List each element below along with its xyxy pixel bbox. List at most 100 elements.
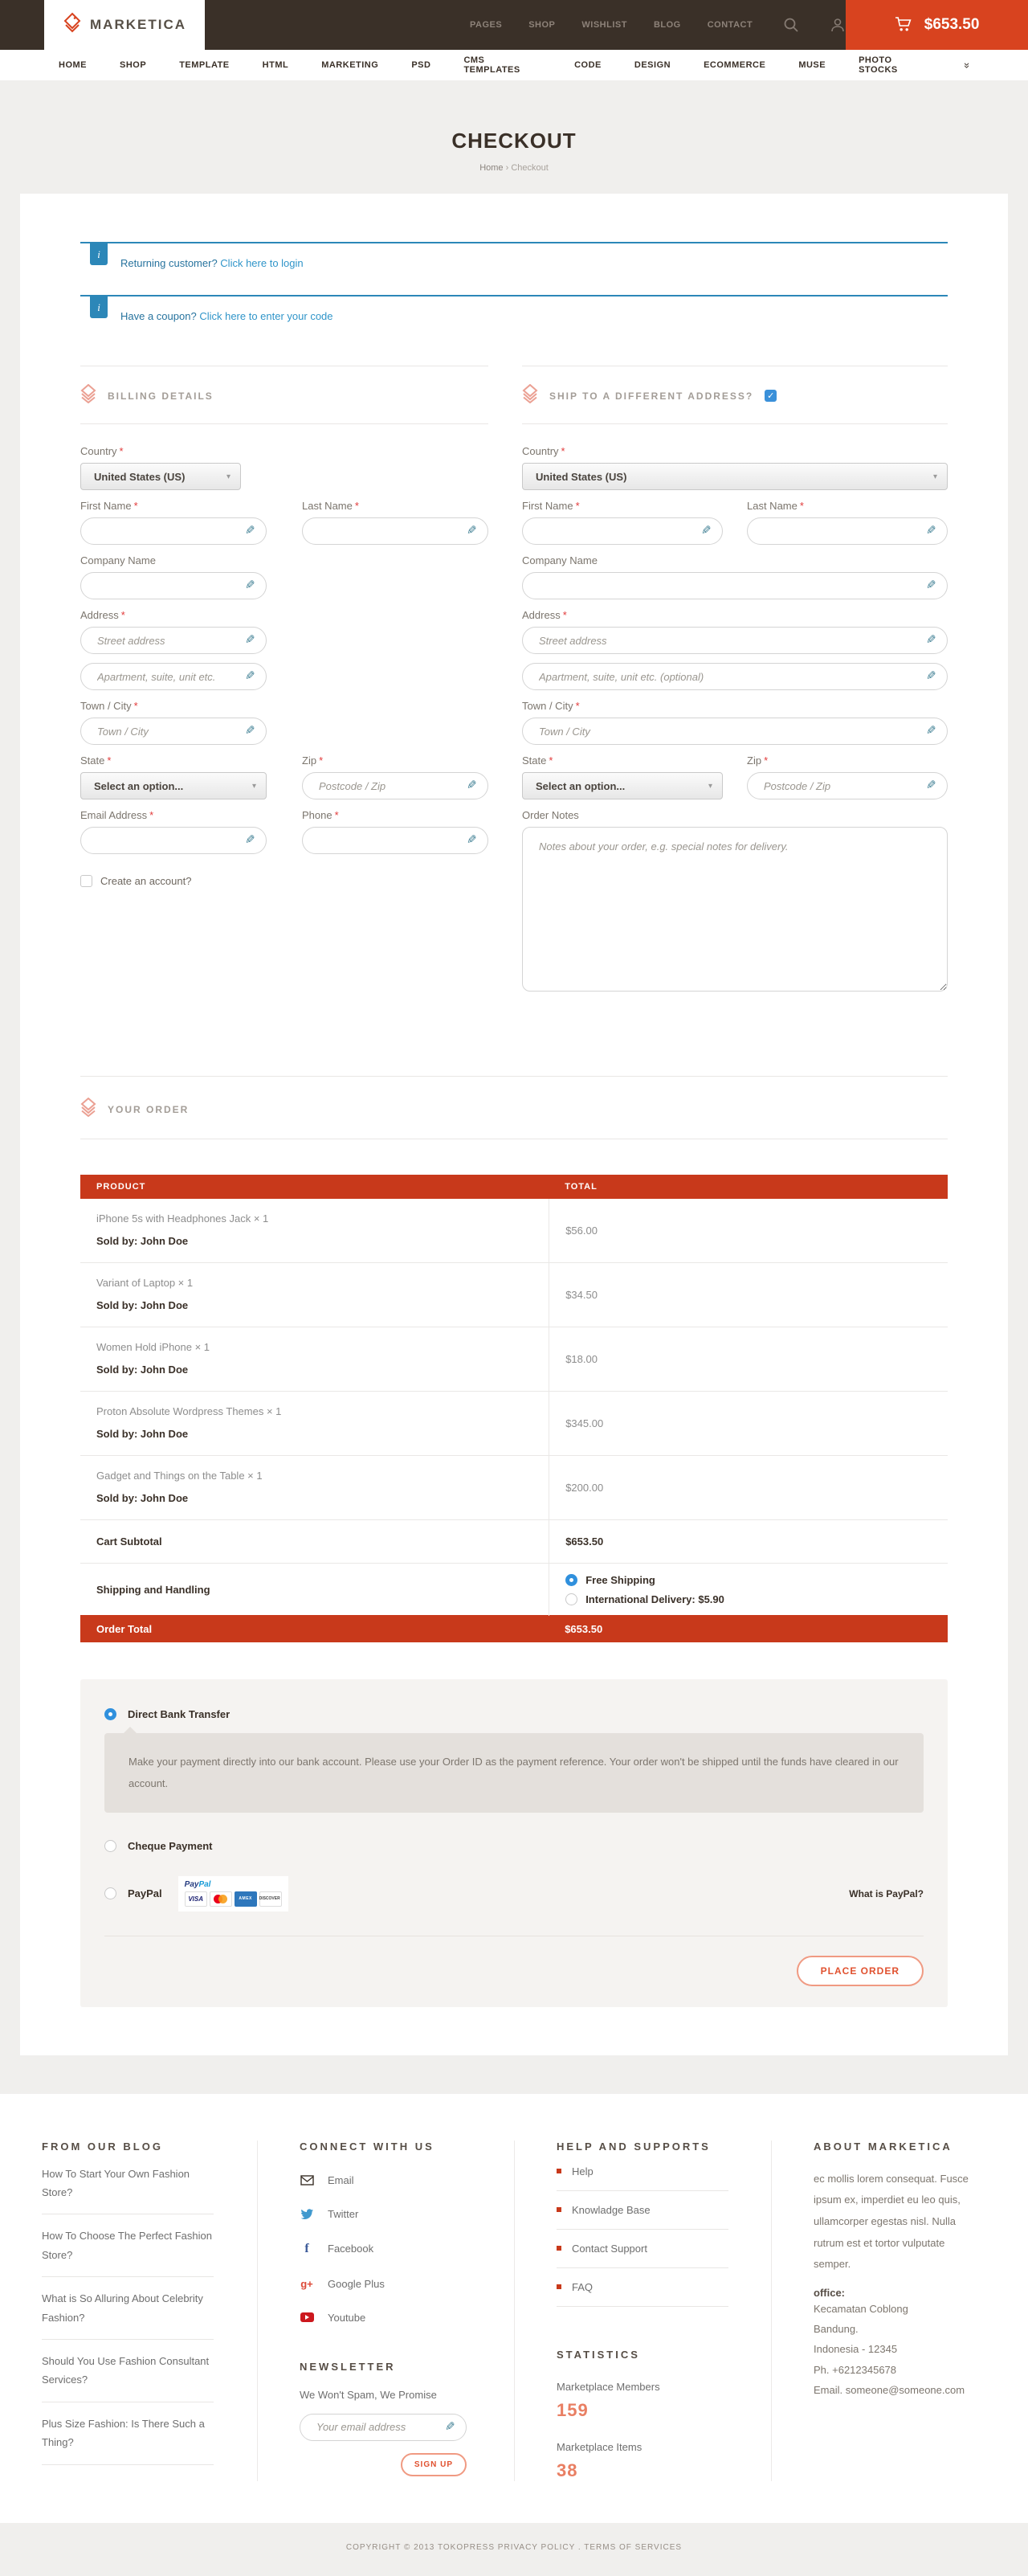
breadcrumb-current: Checkout bbox=[511, 163, 548, 173]
cheque-payment-radio[interactable] bbox=[104, 1840, 116, 1852]
free-shipping-radio[interactable] bbox=[565, 1574, 577, 1586]
shipping-town-input[interactable] bbox=[539, 718, 919, 744]
newsletter-title: NEWSLETTER bbox=[300, 2361, 480, 2373]
billing-country-select[interactable]: United States (US) ▾ bbox=[80, 463, 241, 490]
social-youtube-link[interactable]: Youtube bbox=[300, 2312, 480, 2324]
newsletter-email-input[interactable] bbox=[316, 2414, 438, 2440]
terms-link[interactable]: TERMS OF SERVICES bbox=[584, 2543, 682, 2552]
billing-address1-input[interactable] bbox=[97, 628, 238, 653]
search-icon[interactable] bbox=[783, 17, 799, 33]
subnav-cms-templates[interactable]: CMS TEMPLATES bbox=[463, 55, 541, 75]
blog-link[interactable]: Should You Use Fashion Consultant Servic… bbox=[42, 2340, 214, 2402]
subnav-shop[interactable]: SHOP bbox=[120, 60, 146, 70]
order-notes-textarea[interactable] bbox=[522, 827, 948, 992]
discover-logo: DISCOVER bbox=[259, 1891, 282, 1907]
billing-email-label: Email Address* bbox=[80, 809, 267, 821]
social-facebook-link[interactable]: f Facebook bbox=[300, 2242, 480, 2256]
coupon-link[interactable]: Click here to enter your code bbox=[199, 310, 332, 322]
blog-link[interactable]: What is So Alluring About Celebrity Fash… bbox=[42, 2277, 214, 2340]
order-total-row: Order Total $653.50 bbox=[80, 1615, 948, 1642]
header-nav-contact[interactable]: CONTACT bbox=[708, 20, 753, 30]
billing-last-name-input[interactable] bbox=[319, 518, 459, 544]
header-nav-wishlist[interactable]: WISHLIST bbox=[581, 20, 627, 30]
layers-icon bbox=[80, 384, 96, 407]
page-title: CHECKOUT bbox=[0, 129, 1028, 153]
social-email-link[interactable]: Email bbox=[300, 2174, 480, 2186]
help-link[interactable]: Help bbox=[557, 2153, 728, 2191]
create-account-checkbox[interactable] bbox=[80, 875, 92, 887]
shipping-address1-input[interactable] bbox=[539, 628, 919, 653]
copyright-bar: COPYRIGHT © 2013 TOKOPRESS PRIVACY POLIC… bbox=[0, 2523, 1028, 2576]
paypal-label: PayPal bbox=[128, 1887, 162, 1899]
subnav-html[interactable]: HTML bbox=[263, 60, 289, 70]
help-link[interactable]: FAQ bbox=[557, 2268, 728, 2307]
billing-first-name-input[interactable] bbox=[97, 518, 238, 544]
social-twitter-link[interactable]: Twitter bbox=[300, 2208, 480, 2220]
blog-link[interactable]: Plus Size Fashion: Is There Such a Thing… bbox=[42, 2402, 214, 2465]
what-is-paypal-link[interactable]: What is PayPal? bbox=[849, 1888, 924, 1899]
international-delivery-radio[interactable] bbox=[565, 1593, 577, 1605]
shipping-state-select[interactable]: Select an option... ▾ bbox=[522, 772, 723, 799]
about-text: ec mollis lorem consequat. Fusce ipsum e… bbox=[814, 2169, 974, 2275]
checkout-card: i Returning customer? Click here to logi… bbox=[20, 194, 1008, 2055]
billing-country-label: Country* bbox=[80, 445, 488, 457]
shipping-zip-input[interactable] bbox=[764, 773, 919, 799]
shipping-company-input[interactable] bbox=[539, 573, 919, 599]
shipping-first-name-input[interactable] bbox=[539, 518, 694, 544]
payment-methods-box: Direct Bank Transfer Make your payment d… bbox=[80, 1679, 948, 2007]
subnav-home[interactable]: HOME bbox=[59, 60, 87, 70]
cart-button[interactable]: $653.50 bbox=[846, 0, 1028, 50]
billing-phone-input[interactable] bbox=[319, 828, 459, 853]
shipping-address2-input[interactable] bbox=[539, 664, 919, 689]
shipping-section: SHIP TO A DIFFERENT ADDRESS? ✓ Country* … bbox=[522, 366, 948, 1005]
footer: FROM OUR BLOG How To Start Your Own Fash… bbox=[0, 2094, 1028, 2523]
office-line: Email. someone@someone.com bbox=[814, 2380, 994, 2400]
order-notes-label: Order Notes bbox=[522, 809, 948, 821]
order-item-row: Proton Absolute Wordpress Themes × 1 Sol… bbox=[80, 1392, 948, 1456]
billing-town-input[interactable] bbox=[97, 718, 238, 744]
blog-link[interactable]: How To Start Your Own Fashion Store? bbox=[42, 2153, 214, 2215]
place-order-button[interactable]: PLACE ORDER bbox=[797, 1956, 924, 1986]
header-nav-blog[interactable]: BLOG bbox=[654, 20, 681, 30]
shipping-country-select[interactable]: United States (US) ▾ bbox=[522, 463, 948, 490]
subnav-marketing[interactable]: MARKETING bbox=[321, 60, 378, 70]
shipping-last-name-input[interactable] bbox=[764, 518, 919, 544]
ship-different-checkbox[interactable]: ✓ bbox=[765, 390, 777, 402]
subnav-muse[interactable]: MUSE bbox=[798, 60, 826, 70]
pen-icon: ✎ bbox=[926, 725, 936, 737]
chevron-down-icon: ▾ bbox=[708, 782, 712, 791]
blog-link[interactable]: How To Choose The Perfect Fashion Store? bbox=[42, 2214, 214, 2277]
paypal-radio[interactable] bbox=[104, 1887, 116, 1899]
subnav-template[interactable]: TEMPLATE bbox=[179, 60, 229, 70]
privacy-policy-link[interactable]: PRIVACY POLICY bbox=[498, 2543, 575, 2552]
billing-company-input[interactable] bbox=[97, 573, 238, 599]
subnav-code[interactable]: CODE bbox=[574, 60, 602, 70]
bank-transfer-radio[interactable] bbox=[104, 1708, 116, 1720]
shipping-handling-row: Shipping and Handling Free Shipping Inte… bbox=[80, 1564, 948, 1616]
subnav-design[interactable]: DESIGN bbox=[634, 60, 671, 70]
brand-logo[interactable]: MARKETICA bbox=[44, 0, 205, 50]
coupon-notice: i Have a coupon? Click here to enter you… bbox=[80, 295, 948, 333]
billing-address2-input[interactable] bbox=[97, 664, 238, 689]
billing-state-select[interactable]: Select an option... ▾ bbox=[80, 772, 267, 799]
signup-button[interactable]: SIGN UP bbox=[401, 2453, 467, 2476]
billing-email-input[interactable] bbox=[97, 828, 238, 853]
chevron-down-icon: ▾ bbox=[226, 472, 230, 481]
members-label: Marketplace Members bbox=[557, 2381, 737, 2393]
shipping-last-name-label: Last Name* bbox=[747, 500, 948, 512]
youtube-icon bbox=[300, 2312, 314, 2322]
account-icon[interactable] bbox=[830, 17, 846, 33]
subnav-more-chevron-icon[interactable]: » bbox=[961, 62, 973, 67]
header-nav-pages[interactable]: PAGES bbox=[470, 20, 502, 30]
subnav-photo-stocks[interactable]: PHOTO STOCKS bbox=[859, 55, 932, 75]
pen-icon: ✎ bbox=[467, 779, 477, 791]
billing-zip-input[interactable] bbox=[319, 773, 459, 799]
login-link[interactable]: Click here to login bbox=[220, 257, 303, 269]
header-nav-shop[interactable]: SHOP bbox=[528, 20, 555, 30]
subnav-ecommerce[interactable]: ECOMMERCE bbox=[704, 60, 765, 70]
subnav-psd[interactable]: PSD bbox=[411, 60, 430, 70]
help-link[interactable]: Contact Support bbox=[557, 2230, 728, 2268]
social-googleplus-link[interactable]: g+ Google Plus bbox=[300, 2278, 480, 2290]
breadcrumb-home[interactable]: Home bbox=[479, 163, 503, 173]
help-link[interactable]: Knowladge Base bbox=[557, 2191, 728, 2230]
